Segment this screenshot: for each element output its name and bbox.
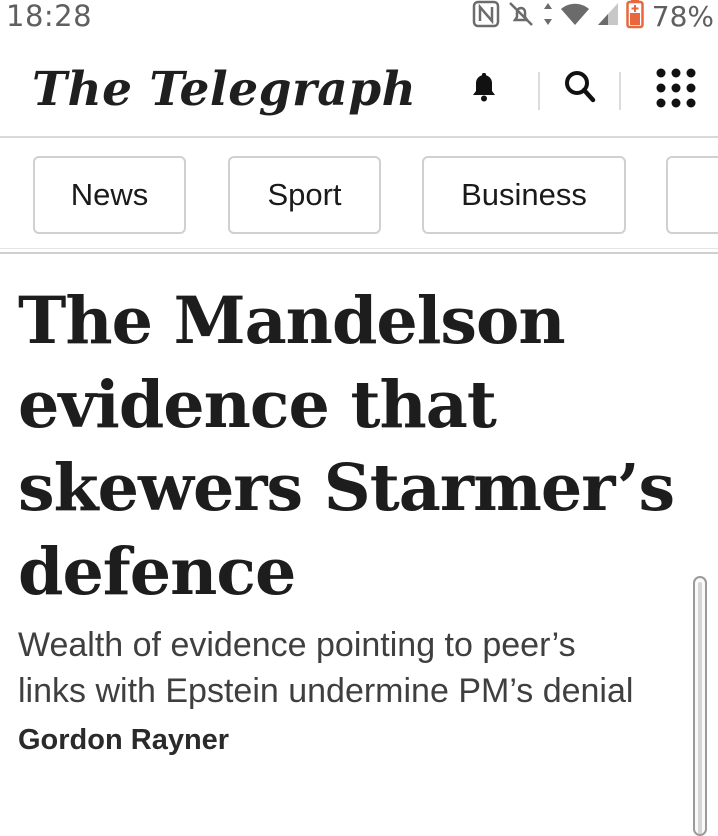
headline-line: evidence that bbox=[18, 366, 497, 443]
nav-item-business[interactable]: Business bbox=[422, 156, 626, 234]
nav-item-next[interactable] bbox=[666, 156, 718, 234]
battery-percentage: 78% bbox=[651, 0, 714, 33]
nav-item-sport[interactable]: Sport bbox=[228, 156, 381, 234]
masthead: The Telegraph bbox=[0, 52, 718, 138]
grid-menu-icon bbox=[655, 67, 697, 114]
mute-icon bbox=[506, 0, 536, 33]
article-headline[interactable]: The Mandelson evidence that skewers Star… bbox=[18, 280, 708, 614]
header-divider bbox=[619, 72, 621, 110]
scrollbar[interactable] bbox=[693, 576, 707, 836]
data-arrows-icon bbox=[542, 1, 554, 32]
battery-icon bbox=[626, 0, 644, 34]
standfirst-line: Wealth of evidence pointing to peer’s bbox=[18, 626, 576, 664]
status-time: 18:28 bbox=[6, 0, 93, 33]
search-icon bbox=[563, 69, 597, 108]
section-nav: News Sport Business bbox=[0, 138, 718, 254]
status-icons: 78% bbox=[472, 0, 714, 34]
nav-item-news[interactable]: News bbox=[33, 156, 186, 234]
header-divider bbox=[538, 72, 540, 110]
menu-button[interactable] bbox=[654, 68, 698, 112]
telegraph-logo[interactable]: The Telegraph bbox=[32, 62, 416, 117]
article-byline[interactable]: Gordon Rayner bbox=[18, 724, 229, 757]
notifications-button[interactable] bbox=[464, 68, 504, 108]
headline-line: defence bbox=[18, 533, 296, 610]
article-standfirst: Wealth of evidence pointing to peer’s li… bbox=[18, 622, 708, 714]
headline-line: skewers Starmer’s bbox=[18, 450, 675, 526]
wifi-icon bbox=[560, 1, 590, 32]
search-button[interactable] bbox=[560, 68, 600, 108]
bell-icon bbox=[467, 69, 501, 108]
standfirst-line: links with Epstein undermine PM’s denial bbox=[18, 672, 634, 710]
status-bar: 18:28 78% bbox=[0, 0, 718, 34]
signal-icon bbox=[596, 1, 620, 32]
headline-line: The Mandelson bbox=[18, 283, 566, 359]
nfc-icon bbox=[472, 0, 500, 33]
